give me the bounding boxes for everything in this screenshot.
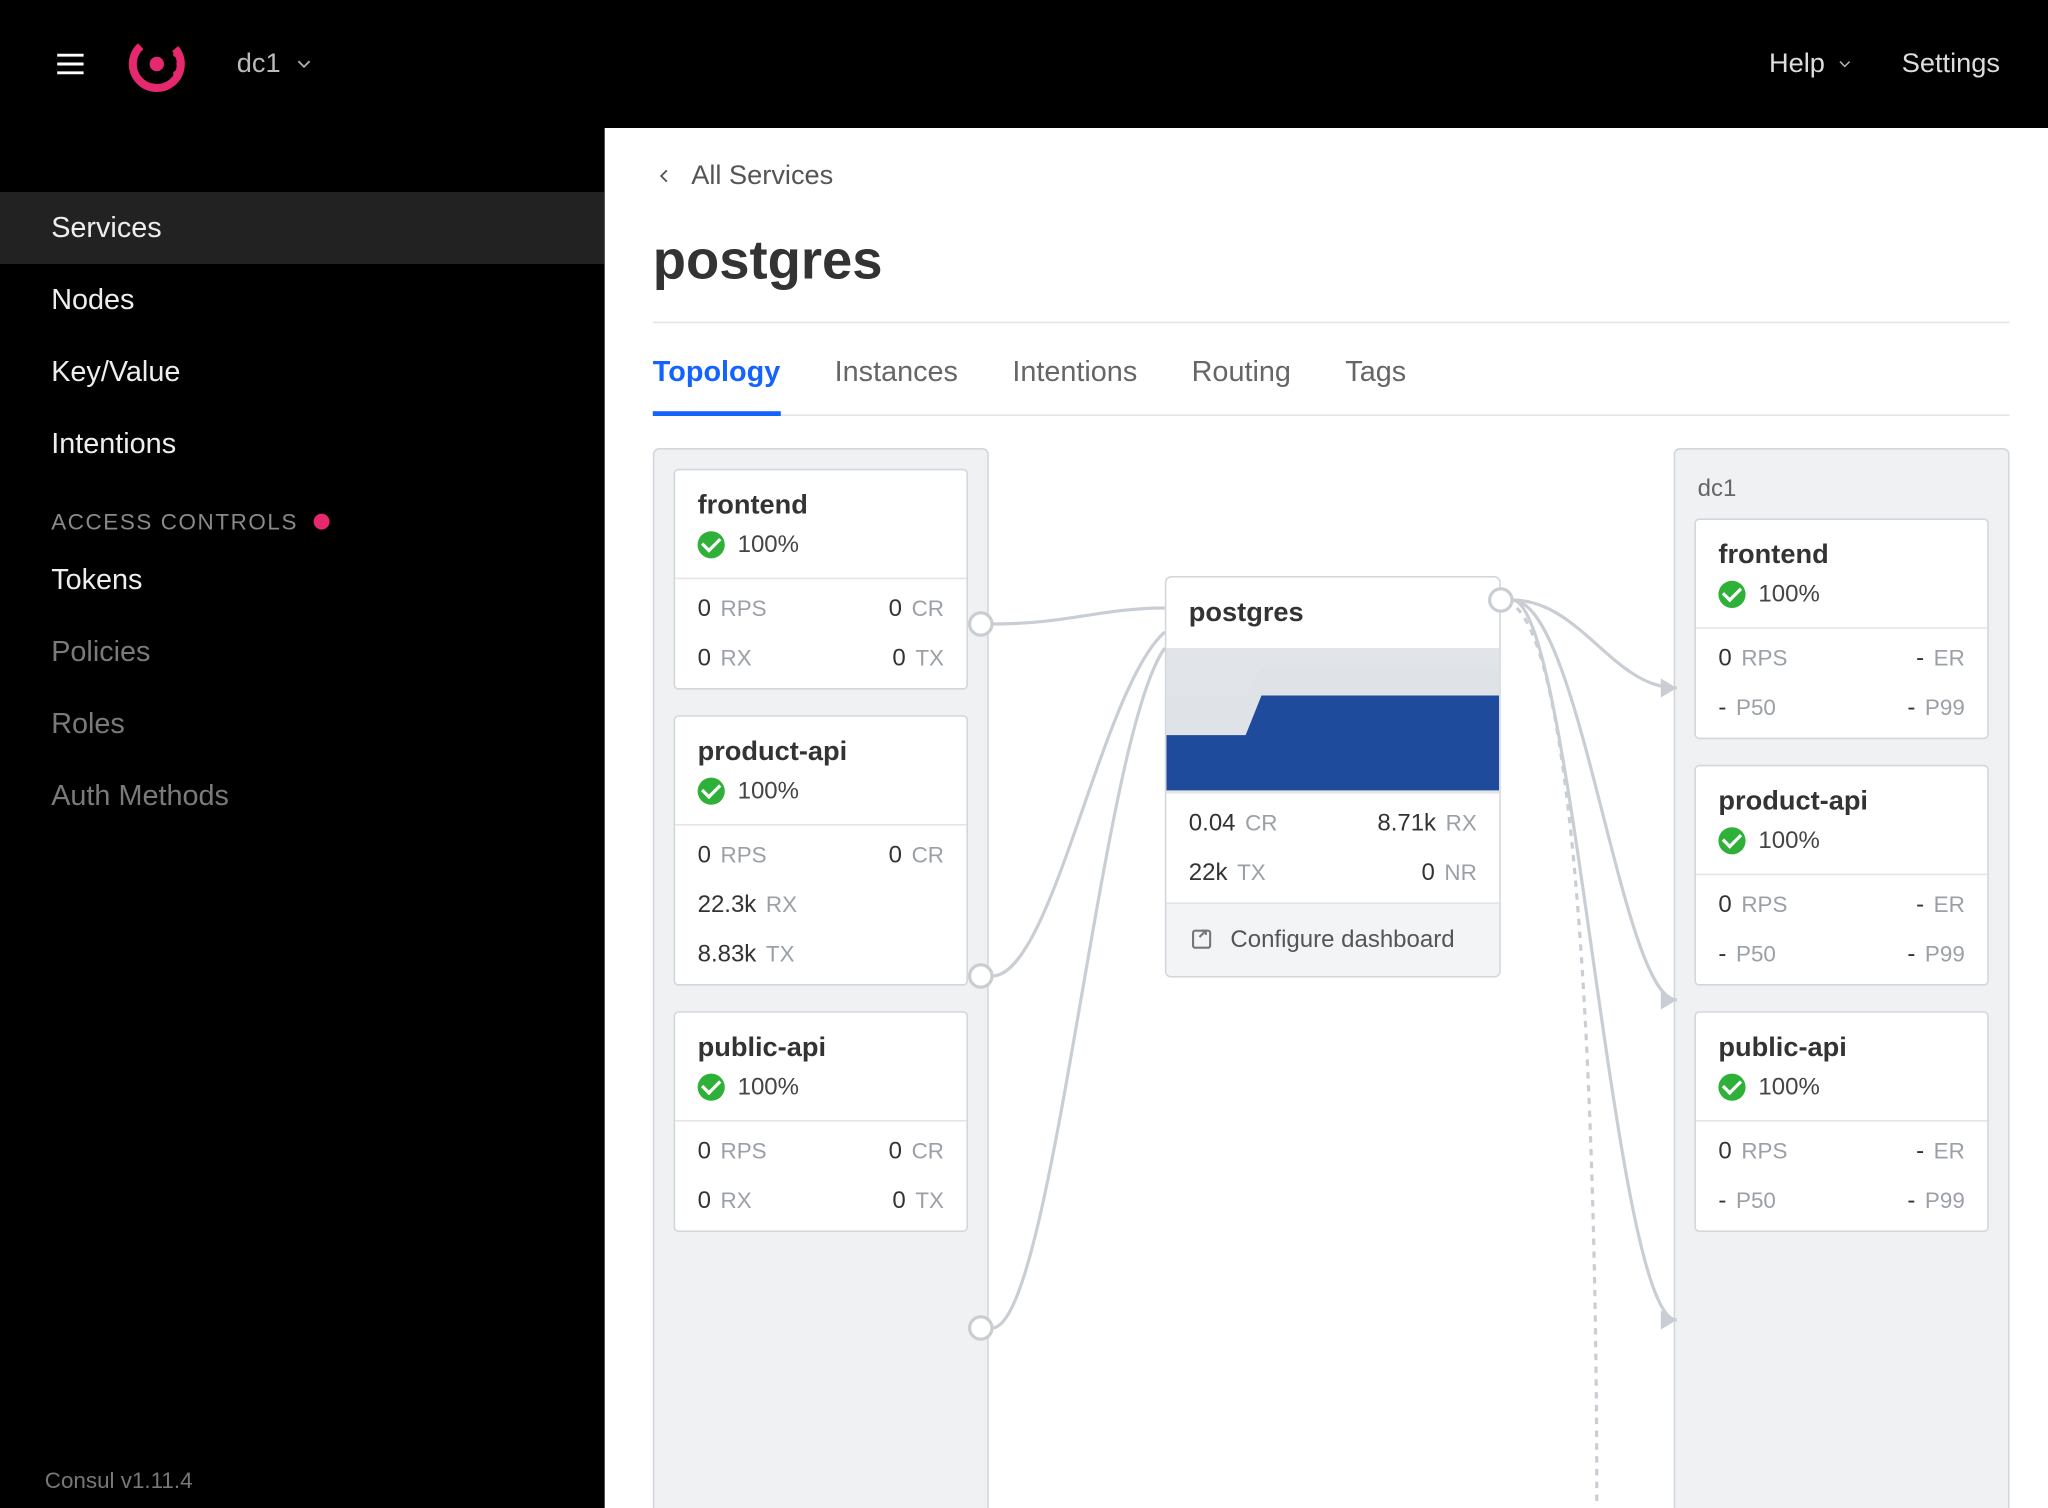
center-service-card[interactable]: postgres 0.04CR 8.71kRX 22kTX 0NR Config… — [1165, 576, 1501, 978]
metric-tx: 0TX — [821, 645, 944, 672]
settings-link[interactable]: Settings — [1902, 48, 2000, 80]
downstream-column: frontend 100% 0RPS 0CR 0RX 0TX product-a… — [653, 448, 989, 1508]
metric-rps: 0RPS — [698, 595, 821, 622]
consul-logo-icon — [125, 32, 189, 96]
center-service-name: postgres — [1166, 578, 1499, 648]
service-health: 100% — [698, 531, 944, 558]
sidebar-item-intentions[interactable]: Intentions — [0, 408, 605, 480]
check-icon — [698, 1074, 725, 1101]
sidebar-heading-access: ACCESS CONTROLS — [0, 480, 605, 544]
chevron-left-icon — [653, 165, 675, 187]
service-name: public-api — [698, 1032, 944, 1064]
check-icon — [1718, 827, 1745, 854]
service-health: 100% — [698, 778, 944, 805]
metric-rps: 0RPS — [698, 1138, 821, 1165]
check-icon — [1718, 1074, 1745, 1101]
hamburger-icon — [53, 46, 88, 81]
check-icon — [1718, 581, 1745, 608]
metric-rx: 0RX — [698, 645, 821, 672]
metric-tx: 8.83kTX — [698, 941, 944, 968]
chevron-down-icon — [293, 53, 315, 75]
tab-tags[interactable]: Tags — [1345, 355, 1406, 414]
service-card-product-api[interactable]: product-api 100% 0RPS 0CR 22.3kRX 8.83kT… — [674, 715, 968, 985]
service-health: 100% — [1718, 1074, 1964, 1101]
sidebar: Services Nodes Key/Value Intentions ACCE… — [0, 128, 605, 1508]
sidebar-item-nodes[interactable]: Nodes — [0, 264, 605, 336]
sidebar-item-services[interactable]: Services — [0, 192, 605, 264]
service-name: frontend — [698, 490, 944, 522]
metric-cr: 0CR — [821, 1138, 944, 1165]
service-health: 100% — [1718, 581, 1964, 608]
tab-topology[interactable]: Topology — [653, 355, 780, 416]
metric-p50: -P50 — [1718, 941, 1841, 968]
topology-canvas: frontend 100% 0RPS 0CR 0RX 0TX product-a… — [653, 448, 2010, 1504]
metric-rps: 0RPS — [1718, 645, 1841, 672]
check-icon — [698, 778, 725, 805]
configure-dashboard-button[interactable]: Configure dashboard — [1166, 902, 1499, 976]
metric-nr: 0NR — [1333, 859, 1477, 886]
tab-intentions[interactable]: Intentions — [1012, 355, 1137, 414]
datacenter-label: dc1 — [237, 48, 281, 80]
page-title: postgres — [653, 230, 2048, 292]
metric-p50: -P50 — [1718, 694, 1841, 721]
help-menu[interactable]: Help — [1769, 48, 1854, 80]
chevron-down-icon — [1835, 54, 1854, 73]
metric-er: -ER — [1842, 645, 1965, 672]
metric-rx: 8.71kRX — [1333, 810, 1477, 837]
sidebar-item-authmethods[interactable]: Auth Methods — [0, 760, 605, 832]
external-link-icon — [1189, 926, 1215, 952]
service-card-product-api[interactable]: product-api 100% 0RPS -ER -P50 -P99 — [1694, 765, 1988, 986]
metric-er: -ER — [1842, 891, 1965, 918]
metric-tx: 22kTX — [1189, 859, 1333, 886]
top-bar: dc1 Help Settings — [0, 0, 2048, 128]
metric-cr: 0CR — [821, 595, 944, 622]
metric-p99: -P99 — [1842, 694, 1965, 721]
metric-rx: 22.3kRX — [698, 891, 944, 918]
service-health: 100% — [1718, 827, 1964, 854]
upstream-column: dc1 frontend 100% 0RPS -ER -P50 -P99 — [1674, 448, 2010, 1508]
tab-routing[interactable]: Routing — [1192, 355, 1291, 414]
status-dot-icon — [314, 514, 330, 530]
metric-p99: -P99 — [1842, 1187, 1965, 1214]
service-card-public-api[interactable]: public-api 100% 0RPS 0CR 0RX 0TX — [674, 1011, 968, 1232]
service-card-frontend[interactable]: frontend 100% 0RPS -ER -P50 -P99 — [1694, 518, 1988, 739]
metric-rps: 0RPS — [698, 842, 821, 869]
service-name: product-api — [1718, 786, 1964, 818]
metric-tx: 0TX — [821, 1187, 944, 1214]
tabs: Topology Instances Intentions Routing Ta… — [653, 355, 2010, 416]
sidebar-item-keyvalue[interactable]: Key/Value — [0, 336, 605, 408]
menu-button[interactable] — [32, 26, 109, 103]
metric-p99: -P99 — [1842, 941, 1965, 968]
datacenter-selector[interactable]: dc1 — [237, 48, 316, 80]
service-name: product-api — [698, 736, 944, 768]
main-content: All Services postgres Topology Instances… — [605, 128, 2048, 1508]
upstream-dc-label: dc1 — [1694, 469, 1988, 519]
metric-er: -ER — [1842, 1138, 1965, 1165]
metric-rps: 0RPS — [1718, 891, 1841, 918]
metric-p50: -P50 — [1718, 1187, 1841, 1214]
service-card-frontend[interactable]: frontend 100% 0RPS 0CR 0RX 0TX — [674, 469, 968, 690]
metric-cr: 0CR — [821, 842, 944, 869]
version-label: Consul v1.11.4 — [45, 1466, 193, 1492]
metric-rps: 0RPS — [1718, 1138, 1841, 1165]
sidebar-item-roles[interactable]: Roles — [0, 688, 605, 760]
breadcrumb-all-services[interactable]: All Services — [653, 160, 2048, 192]
service-health: 100% — [698, 1074, 944, 1101]
sparkline-chart — [1166, 648, 1499, 792]
check-icon — [698, 531, 725, 558]
service-card-public-api[interactable]: public-api 100% 0RPS -ER -P50 -P99 — [1694, 1011, 1988, 1232]
service-name: public-api — [1718, 1032, 1964, 1064]
sidebar-item-policies[interactable]: Policies — [0, 616, 605, 688]
tab-instances[interactable]: Instances — [835, 355, 958, 414]
service-name: frontend — [1718, 539, 1964, 571]
sidebar-item-tokens[interactable]: Tokens — [0, 544, 605, 616]
metric-cr: 0.04CR — [1189, 810, 1333, 837]
metric-rx: 0RX — [698, 1187, 821, 1214]
